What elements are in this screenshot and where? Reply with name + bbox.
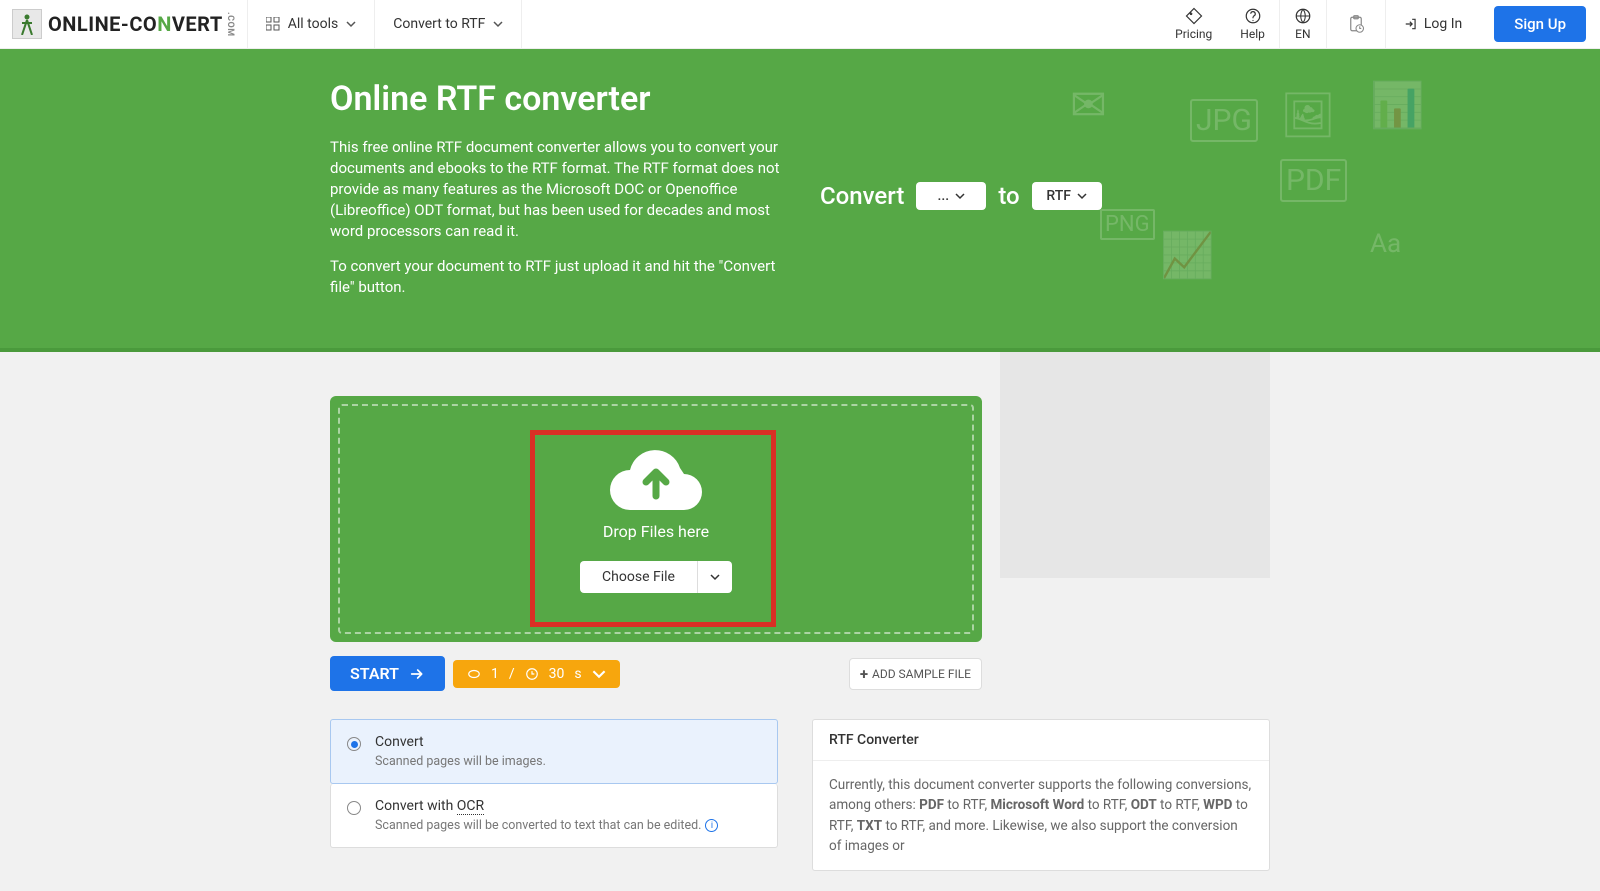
help-icon (1244, 7, 1262, 25)
file-dropzone[interactable]: Drop Files here Choose File (338, 404, 974, 634)
convert-format-row: Convert ... to RTF (820, 182, 1102, 210)
option-convert-title: Convert (375, 734, 546, 750)
site-logo[interactable]: ONLINE-CONVERT.COM (0, 9, 247, 39)
hero-description-1: This free online RTF document converter … (330, 137, 780, 242)
top-navbar: ONLINE-CONVERT.COM All tools Convert to … (0, 0, 1600, 49)
logo-icon (12, 9, 42, 39)
login-icon (1404, 17, 1418, 31)
convert-to-value: RTF (1046, 188, 1071, 204)
time-unit: s (574, 666, 581, 682)
grid-icon (266, 17, 280, 31)
chevron-down-icon (346, 19, 356, 29)
start-label: START (350, 664, 399, 683)
actions-row: START 1 / 30 s + ADD SAMPLE FILE (330, 656, 982, 691)
add-sample-label: ADD SAMPLE FILE (872, 667, 971, 681)
clipboard-history[interactable] (1327, 0, 1385, 49)
plus-icon: + (860, 665, 868, 683)
pricing-label: Pricing (1175, 27, 1212, 41)
globe-icon (1294, 7, 1312, 25)
all-tools-menu[interactable]: All tools (248, 0, 374, 49)
all-tools-label: All tools (288, 16, 338, 32)
help-link[interactable]: Help (1226, 0, 1279, 49)
option-ocr-title: Convert with OCR (375, 798, 718, 814)
cloud-upload-icon (608, 446, 704, 512)
choose-file-button[interactable]: Choose File (580, 561, 697, 593)
to-label: to (998, 182, 1019, 210)
chevron-down-icon (493, 19, 503, 29)
arrow-right-icon (409, 666, 425, 682)
option-convert-sub: Scanned pages will be images. (375, 754, 546, 769)
convert-from-select[interactable]: ... (916, 182, 986, 210)
language-menu[interactable]: EN (1280, 0, 1326, 49)
credit-count: 1 (491, 666, 499, 682)
convert-from-value: ... (937, 188, 949, 204)
logo-text: ONLINE-CONVERT.COM (48, 12, 235, 37)
info-body: Currently, this document converter suppo… (813, 761, 1269, 870)
credits-pill[interactable]: 1 / 30 s (453, 660, 620, 688)
chevron-down-icon (955, 191, 965, 201)
start-button[interactable]: START (330, 656, 445, 691)
info-panel: RTF Converter Currently, this document c… (812, 719, 1270, 871)
clipboard-clock-icon (1347, 15, 1365, 33)
convert-to-select[interactable]: RTF (1032, 182, 1102, 210)
radio-convert[interactable] (347, 737, 361, 751)
dropzone-container: Drop Files here Choose File (330, 396, 982, 642)
drop-text: Drop Files here (603, 522, 709, 541)
radio-convert-ocr[interactable] (347, 801, 361, 815)
conversion-options: Convert Scanned pages will be images. Co… (330, 719, 778, 871)
help-label: Help (1240, 27, 1265, 41)
info-header: RTF Converter (813, 720, 1269, 761)
tag-icon (1185, 7, 1203, 25)
option-convert-ocr[interactable]: Convert with OCR Scanned pages will be c… (330, 784, 778, 848)
chevron-down-icon (592, 667, 606, 681)
pricing-link[interactable]: Pricing (1161, 0, 1226, 49)
signup-button[interactable]: Sign Up (1494, 6, 1586, 42)
login-button[interactable]: Log In (1386, 16, 1480, 32)
convert-to-label: Convert to RTF (393, 16, 485, 32)
add-sample-file-button[interactable]: + ADD SAMPLE FILE (849, 658, 982, 690)
page-title: Online RTF converter (330, 79, 780, 119)
convert-to-menu[interactable]: Convert to RTF (375, 0, 521, 49)
option-convert[interactable]: Convert Scanned pages will be images. (330, 719, 778, 784)
chevron-down-icon (710, 572, 720, 582)
main-content: Drop Files here Choose File START 1 / 30… (330, 352, 1270, 891)
hero-banner: ✉ JPG 🖼 📊 PDF PNG 📈 Aa Online RTF conver… (0, 49, 1600, 348)
login-label: Log In (1424, 16, 1462, 32)
convert-label: Convert (820, 182, 904, 210)
coin-icon (467, 667, 481, 681)
choose-file-dropdown[interactable] (697, 561, 732, 593)
info-icon[interactable]: i (705, 819, 718, 832)
hero-description-2: To convert your document to RTF just upl… (330, 256, 780, 298)
clock-icon (525, 667, 539, 681)
option-ocr-sub: Scanned pages will be converted to text … (375, 818, 718, 833)
time-value: 30 (549, 666, 565, 682)
chevron-down-icon (1077, 191, 1087, 201)
ad-placeholder (1000, 352, 1270, 578)
language-label: EN (1295, 27, 1310, 41)
